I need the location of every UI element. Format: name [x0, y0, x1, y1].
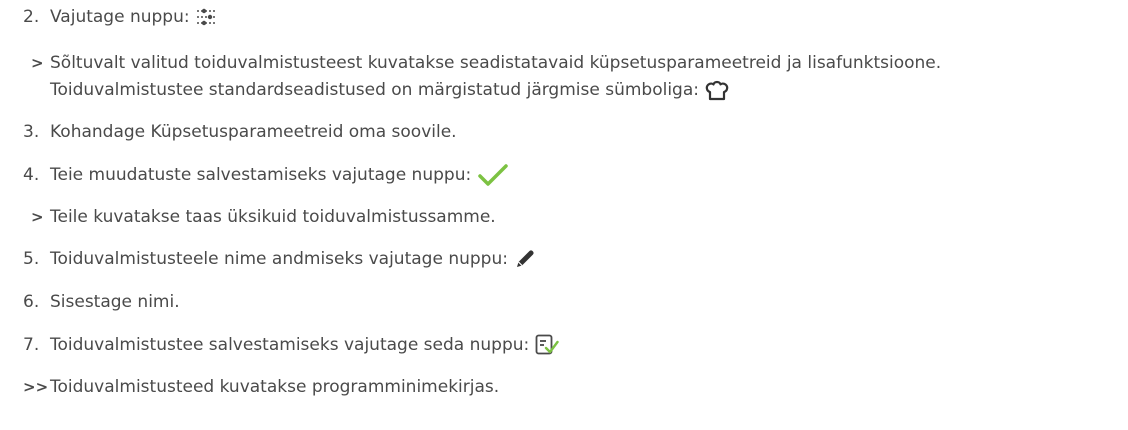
sliders-icon [196, 8, 218, 26]
continuation-text: Toiduvalmistustee standardseadistused on… [50, 77, 729, 103]
step-6: 6. Sisestage nimi. [0, 289, 1128, 315]
result-marker: > [31, 54, 44, 72]
step-text-label: Toiduvalmistusteele nime andmiseks vajut… [50, 249, 508, 269]
step-number: 7. [23, 335, 40, 355]
step-text: Sisestage nimi. [50, 292, 180, 312]
step-text-label: Teie muudatuste salvestamiseks vajutage … [50, 165, 472, 185]
step-number: 3. [23, 122, 40, 142]
final-result-marker: >> [23, 378, 49, 396]
step-text-label: Vajutage nuppu: [50, 7, 190, 27]
step-7: 7. Toiduvalmistustee salvestamiseks vaju… [0, 332, 1128, 358]
step-3: 3. Kohandage Küpsetusparameetreid oma so… [0, 119, 1128, 145]
step-text: Kohandage Küpsetusparameetreid oma soovi… [50, 122, 457, 142]
pencil-icon [514, 248, 536, 270]
result-text: Teile kuvatakse taas üksikuid toiduvalmi… [50, 207, 496, 227]
chef-hat-icon [705, 79, 729, 101]
step-5: 5. Toiduvalmistusteele nime andmiseks va… [0, 246, 1128, 272]
final-result-text: Toiduvalmistusteed kuvatakse programmini… [50, 377, 500, 397]
final-result-line: >> Toiduvalmistusteed kuvatakse programm… [0, 374, 1128, 400]
step-number: 4. [23, 165, 40, 185]
continuation-line: Toiduvalmistustee standardseadistused on… [0, 77, 1128, 103]
continuation-label: Toiduvalmistustee standardseadistused on… [50, 80, 699, 100]
step-number: 2. [23, 7, 40, 27]
step-text-label: Toiduvalmistustee salvestamiseks vajutag… [50, 335, 530, 355]
step-4: 4. Teie muudatuste salvestamiseks vajuta… [0, 162, 1128, 188]
step-text: Teie muudatuste salvestamiseks vajutage … [50, 162, 509, 188]
result-marker: > [31, 208, 44, 226]
step-text: Vajutage nuppu: [50, 4, 218, 30]
result-line: > Teile kuvatakse taas üksikuid toiduval… [0, 204, 1128, 230]
step-2: 2. Vajutage nuppu: [0, 4, 1128, 30]
save-list-icon [535, 334, 559, 356]
result-text: Sõltuvalt valitud toiduvalmistusteest ku… [50, 53, 942, 73]
checkmark-icon [477, 163, 509, 187]
step-text: Toiduvalmistustee salvestamiseks vajutag… [50, 332, 559, 358]
step-number: 5. [23, 249, 40, 269]
result-line: > Sõltuvalt valitud toiduvalmistusteest … [0, 50, 1128, 76]
step-number: 6. [23, 292, 40, 312]
step-text: Toiduvalmistusteele nime andmiseks vajut… [50, 246, 536, 272]
